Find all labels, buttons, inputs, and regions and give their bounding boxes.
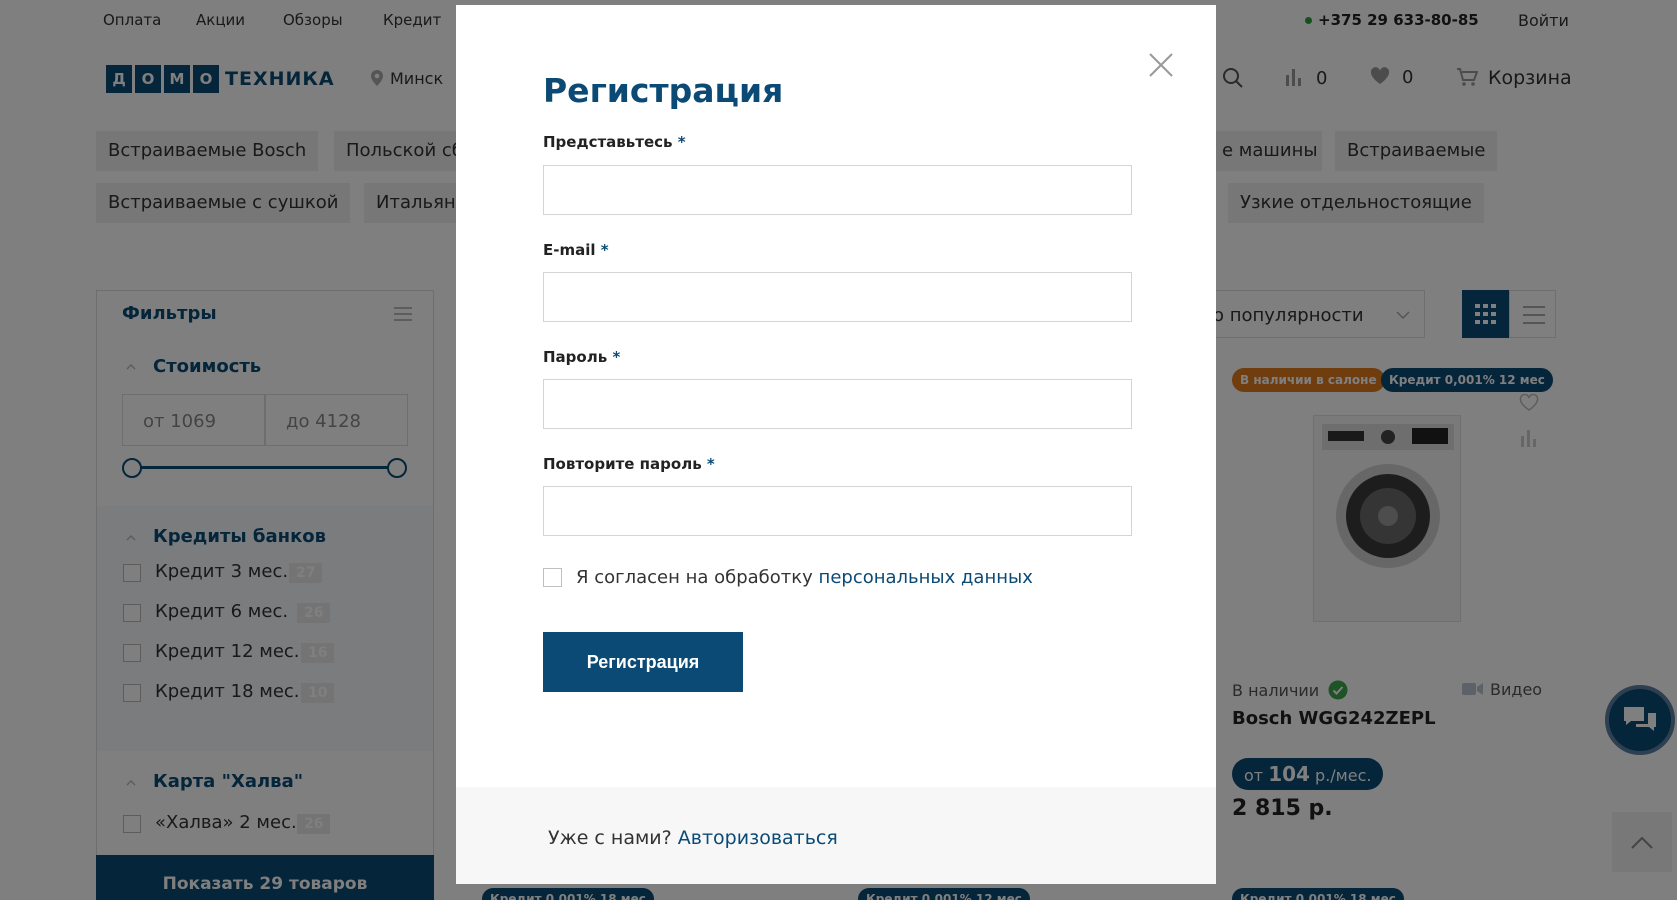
email-label: E-mail * xyxy=(543,241,609,259)
required-marker: * xyxy=(677,133,686,151)
already-registered-text: Уже с нами? Авторизоваться xyxy=(548,827,838,849)
password-label: Пароль * xyxy=(543,348,621,366)
modal-footer: Уже с нами? Авторизоваться xyxy=(456,787,1216,884)
name-label: Представьтесь * xyxy=(543,133,686,151)
consent-checkbox[interactable] xyxy=(543,568,562,587)
register-button[interactable]: Регистрация xyxy=(543,632,743,692)
required-marker: * xyxy=(600,241,609,259)
repeat-password-label: Повторите пароль * xyxy=(543,455,715,473)
login-link[interactable]: Авторизоваться xyxy=(678,827,838,849)
required-marker: * xyxy=(612,348,621,366)
required-marker: * xyxy=(706,455,715,473)
email-field[interactable] xyxy=(543,272,1132,322)
repeat-password-field[interactable] xyxy=(543,486,1132,536)
close-icon[interactable] xyxy=(1147,51,1175,79)
name-field[interactable] xyxy=(543,165,1132,215)
registration-modal: Регистрация Представьтесь * E-mail * Пар… xyxy=(456,5,1216,884)
modal-title: Регистрация xyxy=(543,71,784,110)
consent-label: Я согласен на обработку персональных дан… xyxy=(576,567,1033,588)
password-field[interactable] xyxy=(543,379,1132,429)
personal-data-link[interactable]: персональных данных xyxy=(819,567,1033,588)
